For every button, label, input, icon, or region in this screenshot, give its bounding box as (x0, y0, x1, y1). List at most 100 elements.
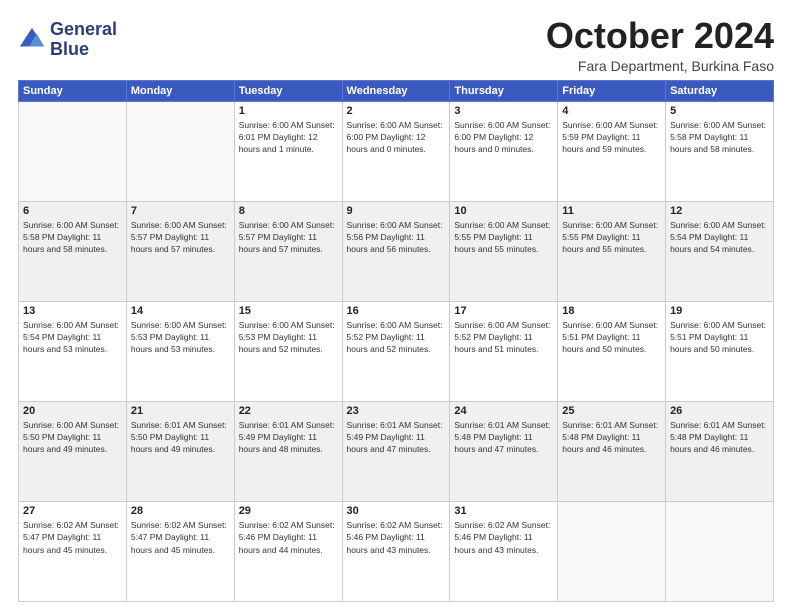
day-info: Sunrise: 6:01 AM Sunset: 5:48 PM Dayligh… (454, 419, 553, 456)
day-cell: 29Sunrise: 6:02 AM Sunset: 5:46 PM Dayli… (234, 501, 342, 601)
day-info: Sunrise: 6:00 AM Sunset: 5:54 PM Dayligh… (670, 219, 769, 256)
day-info: Sunrise: 6:00 AM Sunset: 5:55 PM Dayligh… (562, 219, 661, 256)
week-row-2: 6 Sunrise: 6:00 AM Sunset: 5:58 PM Daylig… (19, 201, 774, 301)
day-info: Sunrise: 6:00 AM Sunset: 5:59 PM Dayligh… (562, 119, 661, 156)
day-cell: 11 Sunrise: 6:00 AM Sunset: 5:55 PM Dayli… (558, 201, 666, 301)
day-cell: 15Sunrise: 6:00 AM Sunset: 5:53 PM Dayli… (234, 301, 342, 401)
day-info: Sunrise: 6:01 AM Sunset: 5:48 PM Dayligh… (562, 419, 661, 456)
day-cell: 13 Sunrise: 6:00 AM Sunset: 5:54 PM Dayli… (19, 301, 127, 401)
day-info: Sunrise: 6:00 AM Sunset: 5:54 PM Dayligh… (23, 319, 122, 356)
day-number: 26 (670, 405, 769, 417)
day-cell: 31Sunrise: 6:02 AM Sunset: 5:46 PM Dayli… (450, 501, 558, 601)
day-info: Sunrise: 6:00 AM Sunset: 5:53 PM Dayligh… (131, 319, 230, 356)
day-cell (19, 101, 127, 201)
day-cell: 4 Sunrise: 6:00 AM Sunset: 5:59 PM Daylig… (558, 101, 666, 201)
day-cell: 26 Sunrise: 6:01 AM Sunset: 5:48 PM Dayli… (666, 401, 774, 501)
day-number: 27 (23, 505, 122, 517)
day-number: 23 (347, 405, 446, 417)
header-row: SundayMondayTuesdayWednesdayThursdayFrid… (19, 80, 774, 101)
day-number: 4 (562, 105, 661, 117)
day-info: Sunrise: 6:00 AM Sunset: 5:52 PM Dayligh… (454, 319, 553, 356)
page: General Blue October 2024 Fara Departmen… (0, 0, 792, 612)
day-info: Sunrise: 6:00 AM Sunset: 5:52 PM Dayligh… (347, 319, 446, 356)
day-cell: 5Sunrise: 6:00 AM Sunset: 5:58 PM Daylig… (666, 101, 774, 201)
day-cell: 14 Sunrise: 6:00 AM Sunset: 5:53 PM Dayli… (126, 301, 234, 401)
day-cell (126, 101, 234, 201)
day-cell: 2 Sunrise: 6:00 AM Sunset: 6:00 PM Daylig… (342, 101, 450, 201)
day-cell: 23Sunrise: 6:01 AM Sunset: 5:49 PM Dayli… (342, 401, 450, 501)
day-cell: 17Sunrise: 6:00 AM Sunset: 5:52 PM Dayli… (450, 301, 558, 401)
day-cell: 24 Sunrise: 6:01 AM Sunset: 5:48 PM Dayli… (450, 401, 558, 501)
day-info: Sunrise: 6:01 AM Sunset: 5:49 PM Dayligh… (239, 419, 338, 456)
day-cell (558, 501, 666, 601)
day-header-sunday: Sunday (19, 80, 127, 101)
day-cell: 9 Sunrise: 6:00 AM Sunset: 5:56 PM Daylig… (342, 201, 450, 301)
day-number: 30 (347, 505, 446, 517)
day-cell: 25Sunrise: 6:01 AM Sunset: 5:48 PM Dayli… (558, 401, 666, 501)
day-number: 13 (23, 305, 122, 317)
day-cell: 30 Sunrise: 6:02 AM Sunset: 5:46 PM Dayli… (342, 501, 450, 601)
day-number: 19 (670, 305, 769, 317)
day-cell: 10 Sunrise: 6:00 AM Sunset: 5:55 PM Dayli… (450, 201, 558, 301)
logo-line1: General (50, 20, 117, 40)
day-info: Sunrise: 6:02 AM Sunset: 5:46 PM Dayligh… (454, 519, 553, 556)
day-info: Sunrise: 6:00 AM Sunset: 5:57 PM Dayligh… (131, 219, 230, 256)
day-info: Sunrise: 6:00 AM Sunset: 5:56 PM Dayligh… (347, 219, 446, 256)
day-info: Sunrise: 6:01 AM Sunset: 5:48 PM Dayligh… (670, 419, 769, 456)
day-info: Sunrise: 6:02 AM Sunset: 5:46 PM Dayligh… (347, 519, 446, 556)
day-cell (666, 501, 774, 601)
day-header-monday: Monday (126, 80, 234, 101)
day-header-tuesday: Tuesday (234, 80, 342, 101)
day-number: 20 (23, 405, 122, 417)
day-cell: 19Sunrise: 6:00 AM Sunset: 5:51 PM Dayli… (666, 301, 774, 401)
day-header-saturday: Saturday (666, 80, 774, 101)
day-cell: 22 Sunrise: 6:01 AM Sunset: 5:49 PM Dayli… (234, 401, 342, 501)
day-info: Sunrise: 6:00 AM Sunset: 5:55 PM Dayligh… (454, 219, 553, 256)
day-number: 8 (239, 205, 338, 217)
subtitle: Fara Department, Burkina Faso (546, 58, 774, 74)
day-info: Sunrise: 6:00 AM Sunset: 5:50 PM Dayligh… (23, 419, 122, 456)
week-row-3: 13 Sunrise: 6:00 AM Sunset: 5:54 PM Dayli… (19, 301, 774, 401)
day-info: Sunrise: 6:00 AM Sunset: 5:57 PM Dayligh… (239, 219, 338, 256)
day-cell: 21Sunrise: 6:01 AM Sunset: 5:50 PM Dayli… (126, 401, 234, 501)
month-title: October 2024 (546, 16, 774, 56)
day-number: 14 (131, 305, 230, 317)
day-number: 7 (131, 205, 230, 217)
day-cell: 6 Sunrise: 6:00 AM Sunset: 5:58 PM Daylig… (19, 201, 127, 301)
day-number: 22 (239, 405, 338, 417)
week-row-5: 27 Sunrise: 6:02 AM Sunset: 5:47 PM Dayli… (19, 501, 774, 601)
day-cell: 3Sunrise: 6:00 AM Sunset: 6:00 PM Daylig… (450, 101, 558, 201)
day-header-wednesday: Wednesday (342, 80, 450, 101)
day-header-thursday: Thursday (450, 80, 558, 101)
day-number: 1 (239, 105, 338, 117)
day-number: 24 (454, 405, 553, 417)
day-number: 16 (347, 305, 446, 317)
day-cell: 18Sunrise: 6:00 AM Sunset: 5:51 PM Dayli… (558, 301, 666, 401)
day-number: 3 (454, 105, 553, 117)
day-info: Sunrise: 6:02 AM Sunset: 5:47 PM Dayligh… (131, 519, 230, 556)
week-row-1: 1Sunrise: 6:00 AM Sunset: 6:01 PM Daylig… (19, 101, 774, 201)
day-number: 15 (239, 305, 338, 317)
day-number: 2 (347, 105, 446, 117)
logo-line2: Blue (50, 40, 117, 60)
day-info: Sunrise: 6:02 AM Sunset: 5:46 PM Dayligh… (239, 519, 338, 556)
day-info: Sunrise: 6:02 AM Sunset: 5:47 PM Dayligh… (23, 519, 122, 556)
day-number: 10 (454, 205, 553, 217)
day-info: Sunrise: 6:00 AM Sunset: 5:58 PM Dayligh… (23, 219, 122, 256)
day-cell: 1Sunrise: 6:00 AM Sunset: 6:01 PM Daylig… (234, 101, 342, 201)
logo-text: General Blue (50, 20, 117, 60)
day-info: Sunrise: 6:00 AM Sunset: 5:51 PM Dayligh… (562, 319, 661, 356)
day-number: 28 (131, 505, 230, 517)
day-number: 11 (562, 205, 661, 217)
day-info: Sunrise: 6:00 AM Sunset: 5:58 PM Dayligh… (670, 119, 769, 156)
calendar: SundayMondayTuesdayWednesdayThursdayFrid… (18, 80, 774, 602)
day-info: Sunrise: 6:01 AM Sunset: 5:50 PM Dayligh… (131, 419, 230, 456)
day-info: Sunrise: 6:00 AM Sunset: 6:00 PM Dayligh… (347, 119, 446, 156)
logo: General Blue (18, 20, 117, 60)
day-cell: 27 Sunrise: 6:02 AM Sunset: 5:47 PM Dayli… (19, 501, 127, 601)
day-number: 9 (347, 205, 446, 217)
day-cell: 8 Sunrise: 6:00 AM Sunset: 5:57 PM Daylig… (234, 201, 342, 301)
day-cell: 16 Sunrise: 6:00 AM Sunset: 5:52 PM Dayli… (342, 301, 450, 401)
week-row-4: 20 Sunrise: 6:00 AM Sunset: 5:50 PM Dayli… (19, 401, 774, 501)
day-number: 6 (23, 205, 122, 217)
